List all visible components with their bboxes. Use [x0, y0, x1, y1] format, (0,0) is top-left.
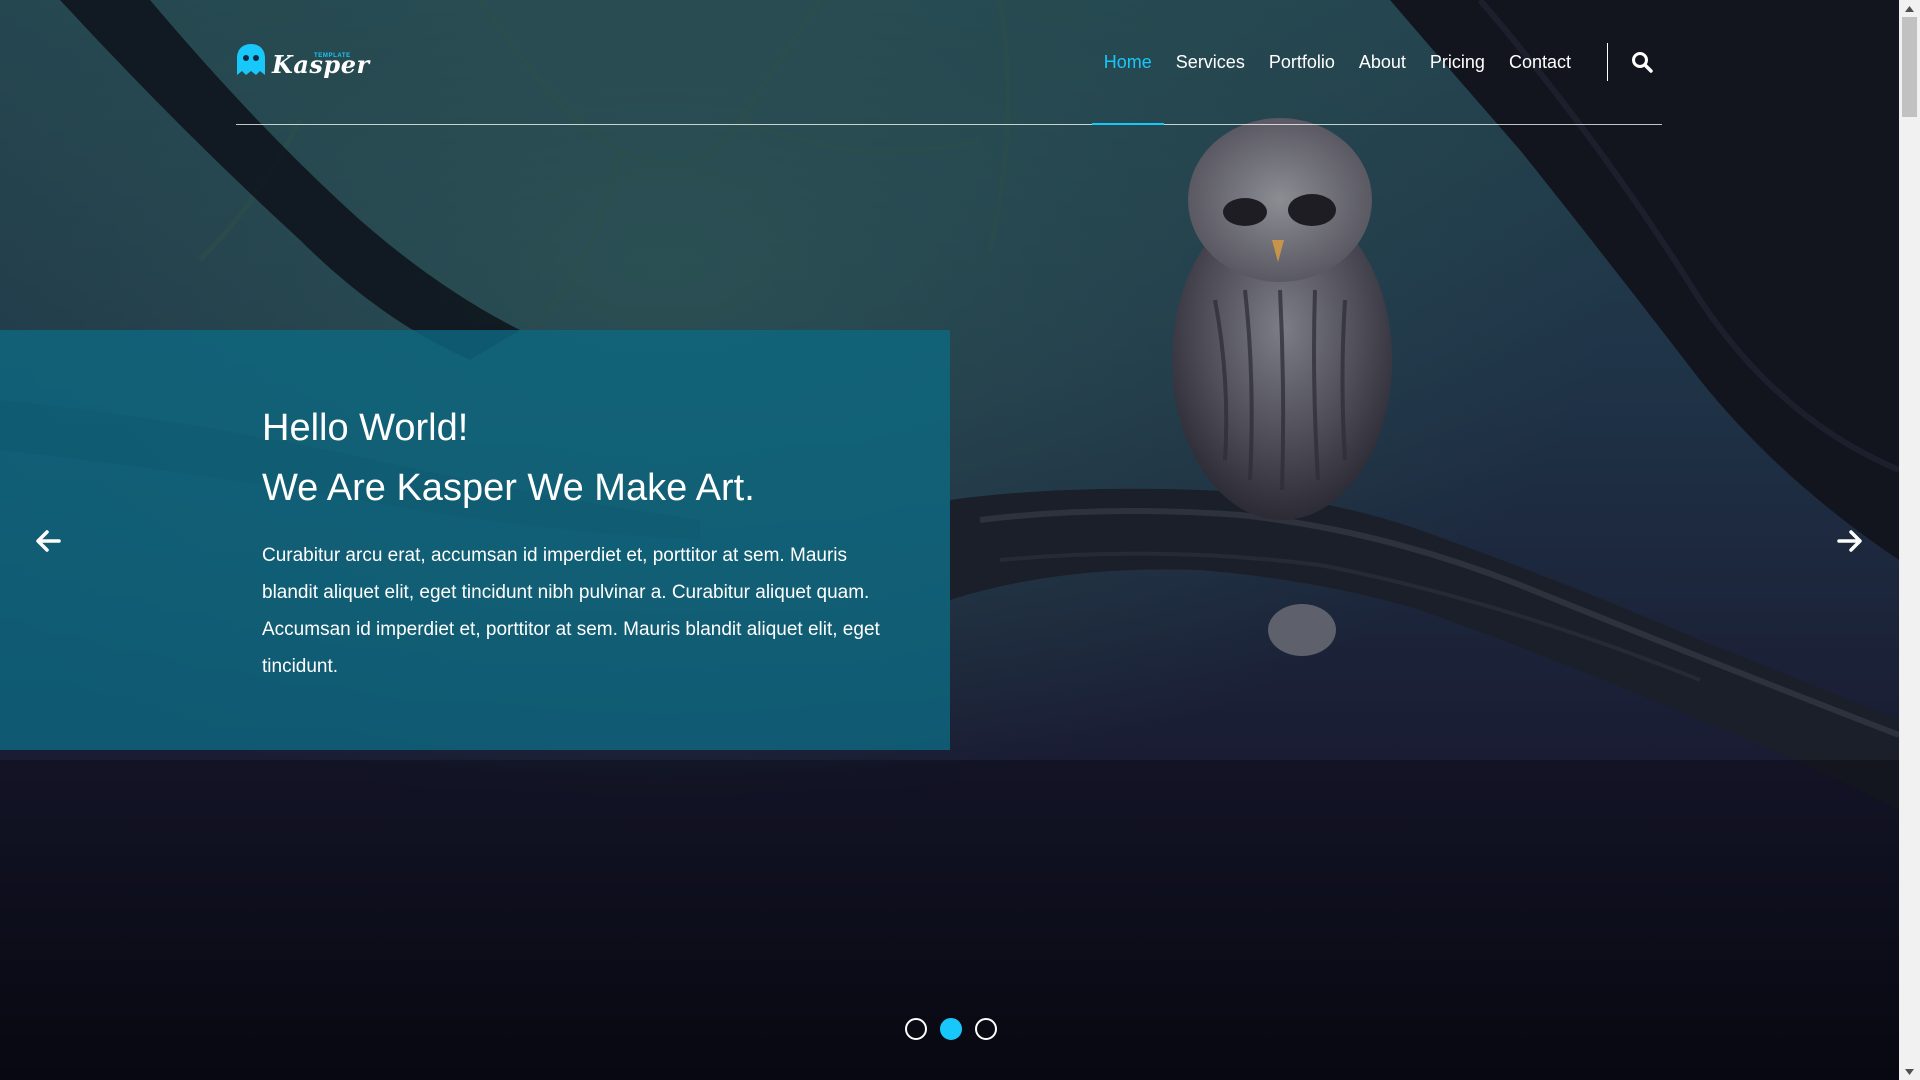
- nav-item-services[interactable]: Services: [1164, 0, 1257, 124]
- logo[interactable]: Kasper TEMPLATE: [236, 44, 369, 84]
- slider-bullet-1[interactable]: [905, 1018, 927, 1040]
- nav-item-pricing[interactable]: Pricing: [1418, 0, 1497, 124]
- scroll-up-button[interactable]: [1899, 0, 1920, 17]
- search-button[interactable]: [1622, 42, 1662, 82]
- slider-bullet-3[interactable]: [975, 1018, 997, 1040]
- triangle-down-icon: [1905, 1068, 1914, 1075]
- ghost-icon: [237, 44, 265, 75]
- page: Kasper TEMPLATE Home Services Portfolio …: [0, 0, 1899, 1080]
- nav-item-home[interactable]: Home: [1091, 0, 1164, 125]
- hero-title: Hello World! We Are Kasper We Make Art.: [262, 398, 902, 518]
- search-icon: [1632, 52, 1653, 73]
- slider-next-button[interactable]: [1832, 523, 1868, 559]
- triangle-up-icon: [1905, 5, 1914, 12]
- scrollbar-thumb[interactable]: [1902, 17, 1917, 117]
- hero-title-line-2: We Are Kasper We Make Art.: [262, 467, 755, 509]
- hero-content-box: Hello World! We Are Kasper We Make Art. …: [0, 330, 950, 750]
- main-nav: Home Services Portfolio About Pricing Co…: [1091, 0, 1662, 125]
- slider-bullet-2[interactable]: [940, 1018, 962, 1040]
- slider-prev-button[interactable]: [30, 523, 66, 559]
- brand-tagline: TEMPLATE: [314, 53, 351, 59]
- scroll-down-button[interactable]: [1899, 1063, 1920, 1080]
- nav-item-contact[interactable]: Contact: [1497, 0, 1583, 124]
- nav-item-about[interactable]: About: [1347, 0, 1418, 124]
- nav-item-portfolio[interactable]: Portfolio: [1257, 0, 1347, 124]
- page-scrollbar[interactable]: [1899, 0, 1920, 1080]
- nav-divider: [1607, 43, 1608, 81]
- slider-bullets: [905, 1018, 997, 1040]
- arrow-right-icon: [1837, 530, 1862, 552]
- hero-title-line-1: Hello World!: [262, 407, 469, 449]
- site-header: Kasper TEMPLATE Home Services Portfolio …: [236, 0, 1662, 125]
- arrow-left-icon: [36, 530, 61, 552]
- hero-description: Curabitur arcu erat, accumsan id imperdi…: [262, 545, 880, 677]
